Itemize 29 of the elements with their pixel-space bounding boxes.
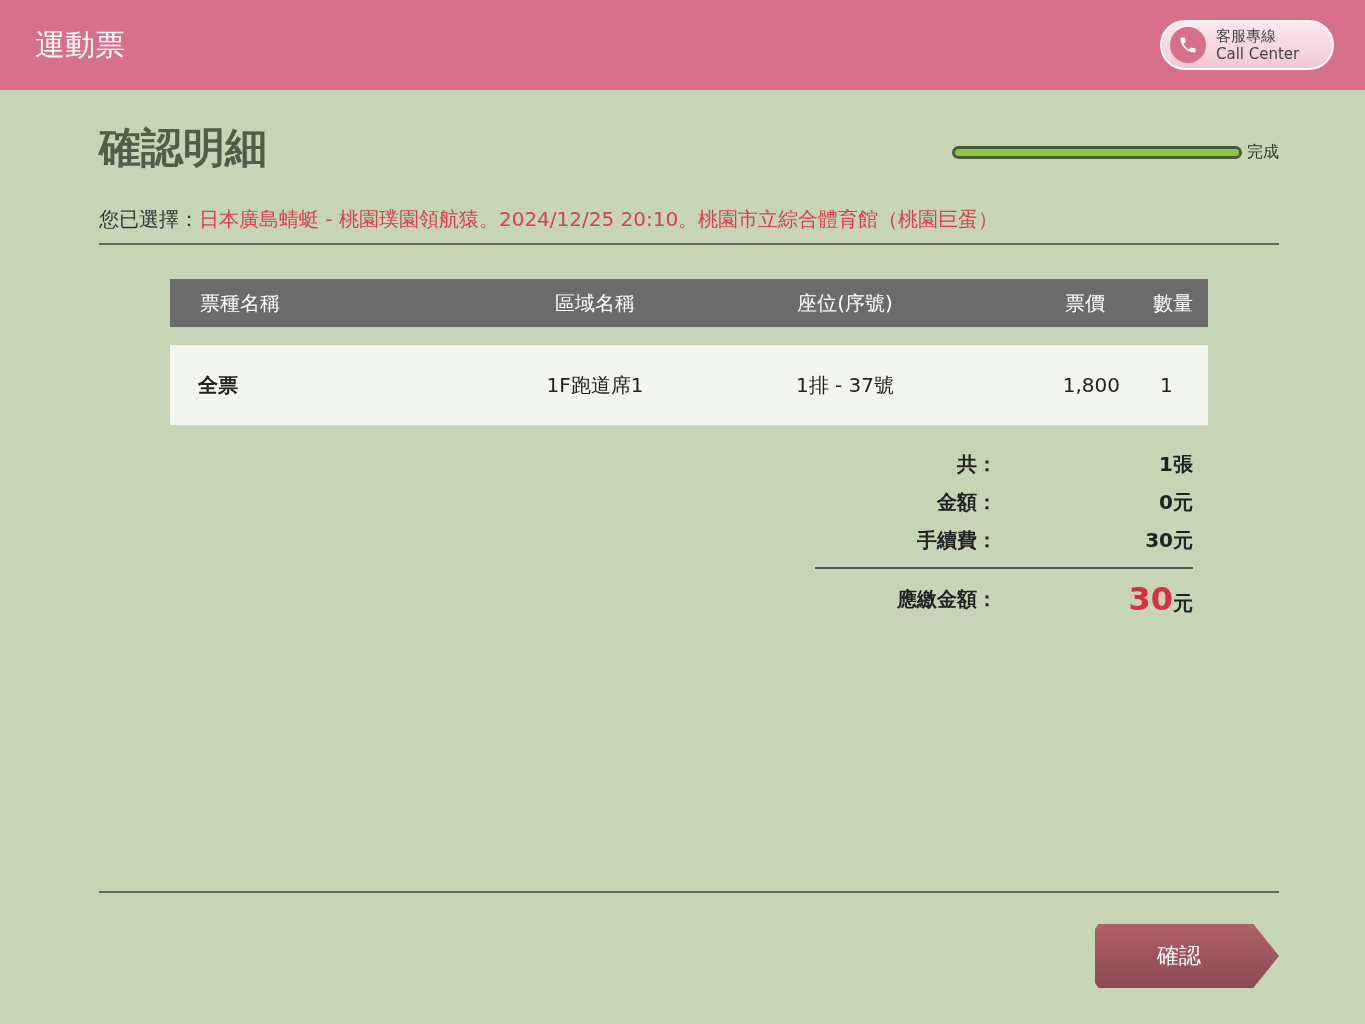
column-header: 區域名稱 bbox=[554, 289, 636, 317]
selection-value: 日本廣島蜻蜓 - 桃園璞園領航猿。2024/12/25 20:10。桃園市立綜合體育館（桃園巨蛋） bbox=[199, 206, 999, 233]
summary-value: 1張 bbox=[1158, 450, 1193, 478]
confirm-button[interactable]: 確認 bbox=[1095, 924, 1279, 988]
call-center-label: 客服專線 bbox=[1216, 27, 1277, 45]
total-label: 應繳金額： bbox=[896, 585, 997, 613]
summary-label: 共： bbox=[956, 450, 997, 478]
table-cell-text: 1 bbox=[1159, 373, 1174, 397]
call-center-label: Call Center bbox=[1216, 45, 1300, 63]
column-header: 數量 bbox=[1152, 289, 1194, 317]
progress-label: 完成 bbox=[1247, 141, 1279, 163]
table-cell-text: 1排 - 37號 bbox=[794, 371, 896, 399]
table-cell-text: 1,800 bbox=[1061, 373, 1120, 397]
summary-label: 金額： bbox=[936, 488, 997, 516]
table-cell-text: 全票 bbox=[197, 371, 239, 399]
currency-unit: 元 bbox=[1173, 591, 1193, 617]
summary-value: 30元 bbox=[1144, 526, 1193, 554]
summary-value: 0元 bbox=[1158, 488, 1193, 516]
total-amount: 30 bbox=[1128, 580, 1173, 618]
column-header: 票價 bbox=[1064, 289, 1106, 317]
selection-label: 您已選擇： bbox=[99, 206, 199, 233]
column-header: 票種名稱 bbox=[199, 289, 281, 317]
call-center-button[interactable]: 客服專線 Call Center bbox=[1160, 20, 1334, 70]
app-title: 運動票 bbox=[35, 25, 125, 64]
summary-label: 手續費： bbox=[916, 526, 997, 554]
table-cell-text: 1F跑道席1 bbox=[545, 371, 645, 399]
page-title: 確認明細 bbox=[99, 122, 267, 174]
phone-icon bbox=[1170, 27, 1206, 63]
column-header: 座位(序號) bbox=[796, 289, 894, 317]
